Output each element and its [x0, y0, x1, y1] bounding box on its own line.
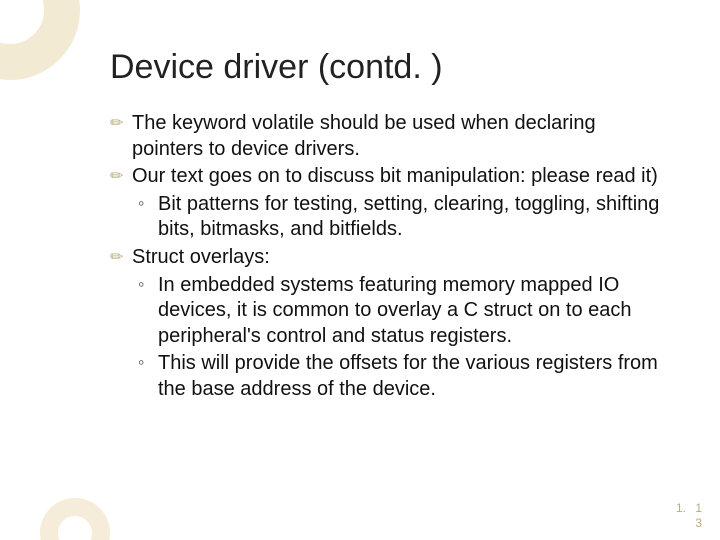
slide-title: Device driver (contd. ) — [110, 48, 660, 87]
circle-icon: ◦ — [138, 273, 144, 296]
bullet-item: ✏ Struct overlays: — [110, 245, 660, 271]
sub-bullet-item: ◦ In embedded systems featuring memory m… — [114, 273, 660, 350]
sub-bullet-item: ◦ Bit patterns for testing, setting, cle… — [114, 192, 660, 243]
slide-footer: 1. 1 3 — [676, 501, 702, 530]
bullet-text: Bit patterns for testing, setting, clear… — [158, 193, 659, 241]
footer-page-number: 1 3 — [695, 501, 702, 530]
bullet-text: Our text goes on to discuss bit manipula… — [132, 165, 658, 187]
bullet-text: Struct overlays: — [132, 246, 270, 268]
bullet-item: ✏ Our text goes on to discuss bit manipu… — [110, 164, 660, 190]
bullet-text: In embedded systems featuring memory map… — [158, 274, 632, 347]
footer-page-bottom: 3 — [695, 516, 702, 530]
sub-bullet-item: ◦ This will provide the offsets for the … — [114, 351, 660, 402]
slide-content: Device driver (contd. ) ✏ The keyword vo… — [0, 0, 720, 540]
body-list: ✏ The keyword volatile should be used wh… — [110, 111, 660, 403]
bullet-text: This will provide the offsets for the va… — [158, 352, 658, 400]
pencil-icon: ✏ — [110, 114, 123, 134]
circle-icon: ◦ — [138, 192, 144, 215]
footer-section-number: 1. — [676, 501, 686, 515]
footer-page-top: 1 — [695, 501, 702, 515]
pencil-icon: ✏ — [110, 248, 123, 268]
circle-icon: ◦ — [138, 351, 144, 374]
pencil-icon: ✏ — [110, 167, 123, 187]
bullet-text: The keyword volatile should be used when… — [132, 112, 596, 160]
bullet-item: ✏ The keyword volatile should be used wh… — [110, 111, 660, 162]
